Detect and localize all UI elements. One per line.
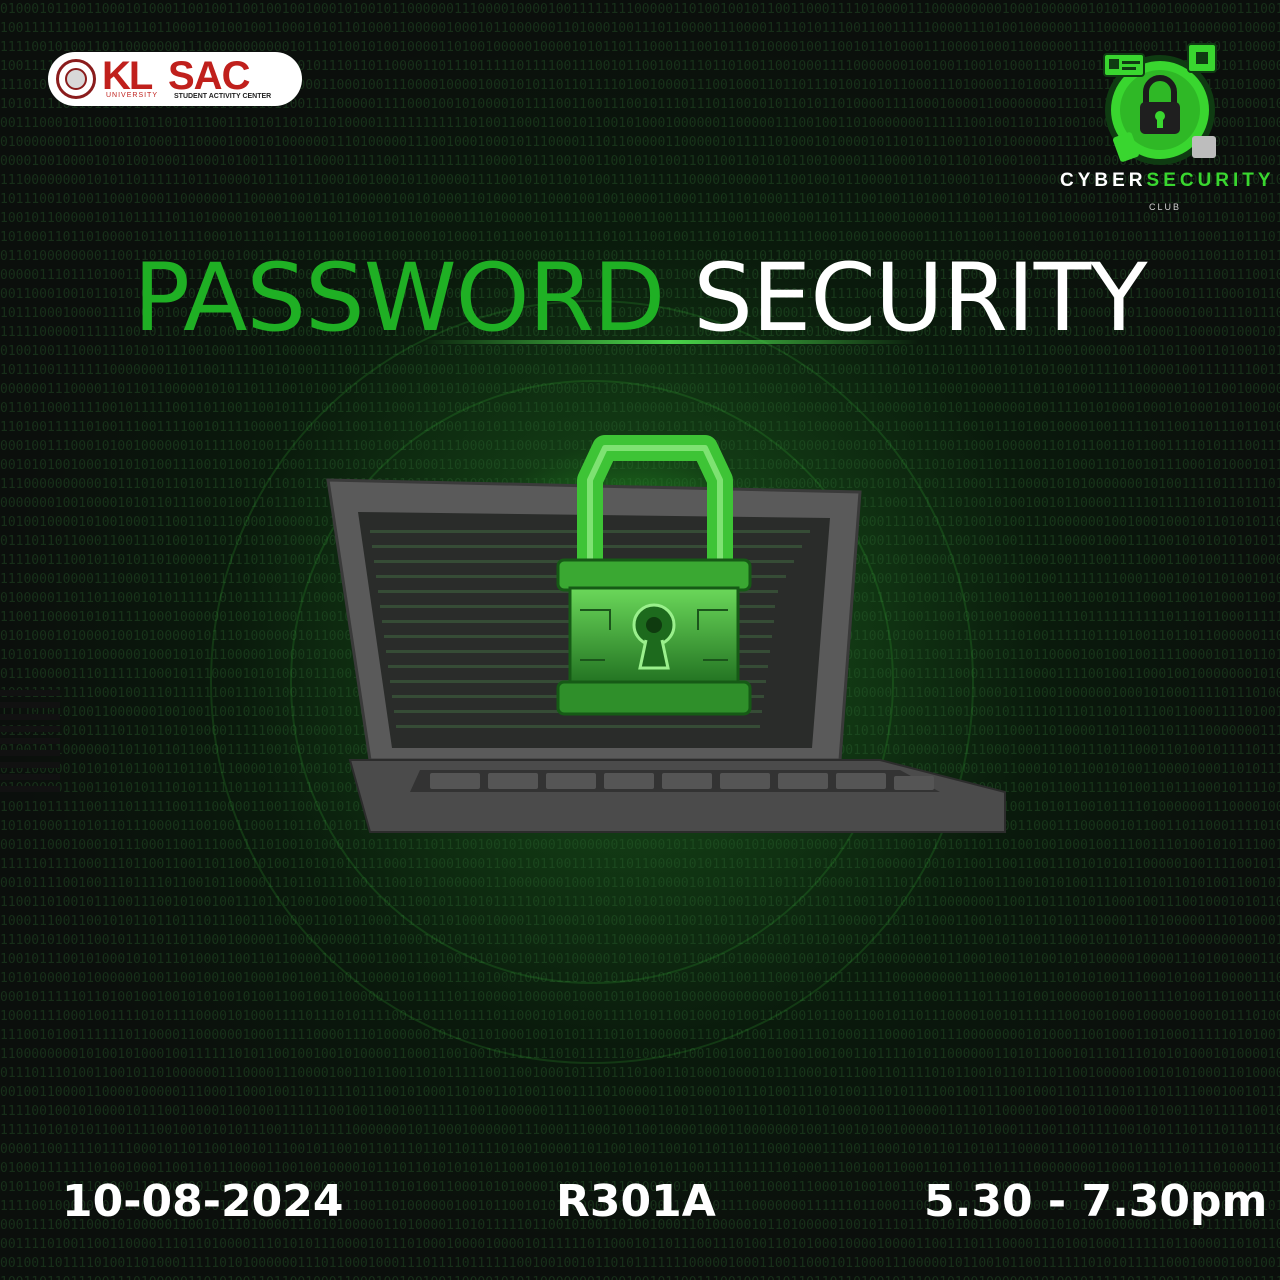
university-seal-icon bbox=[56, 59, 96, 99]
decorative-bars bbox=[0, 690, 60, 792]
club-emblem-icon bbox=[1103, 43, 1217, 165]
kl-sac-logo: KL SAC UNIVERSITY STUDENT ACTIVITY CENTE… bbox=[48, 52, 302, 106]
university-text: UNIVERSITY bbox=[106, 92, 159, 99]
event-venue: R301A bbox=[556, 1176, 716, 1227]
club-subtitle: CLUB bbox=[1148, 202, 1181, 212]
padlock-laptop-icon bbox=[326, 435, 1006, 833]
sac-subtitle: STUDENT ACTIVITY CENTER bbox=[174, 93, 272, 100]
title-underline-glow bbox=[420, 340, 920, 344]
poster: 0100010110011000101000110010011001001001… bbox=[0, 0, 1280, 1280]
event-date: 10-08-2024 bbox=[62, 1176, 344, 1227]
cyber-security-club-logo: CYBERSECURITY CLUB bbox=[1060, 40, 1275, 220]
title-security: SECURITY bbox=[693, 244, 1147, 353]
title-password: PASSWORD bbox=[133, 244, 665, 353]
event-time: 5.30 - 7.30pm bbox=[924, 1176, 1268, 1227]
club-name: CYBERSECURITY bbox=[1060, 170, 1275, 191]
page-title: PASSWORD SECURITY bbox=[0, 244, 1280, 354]
